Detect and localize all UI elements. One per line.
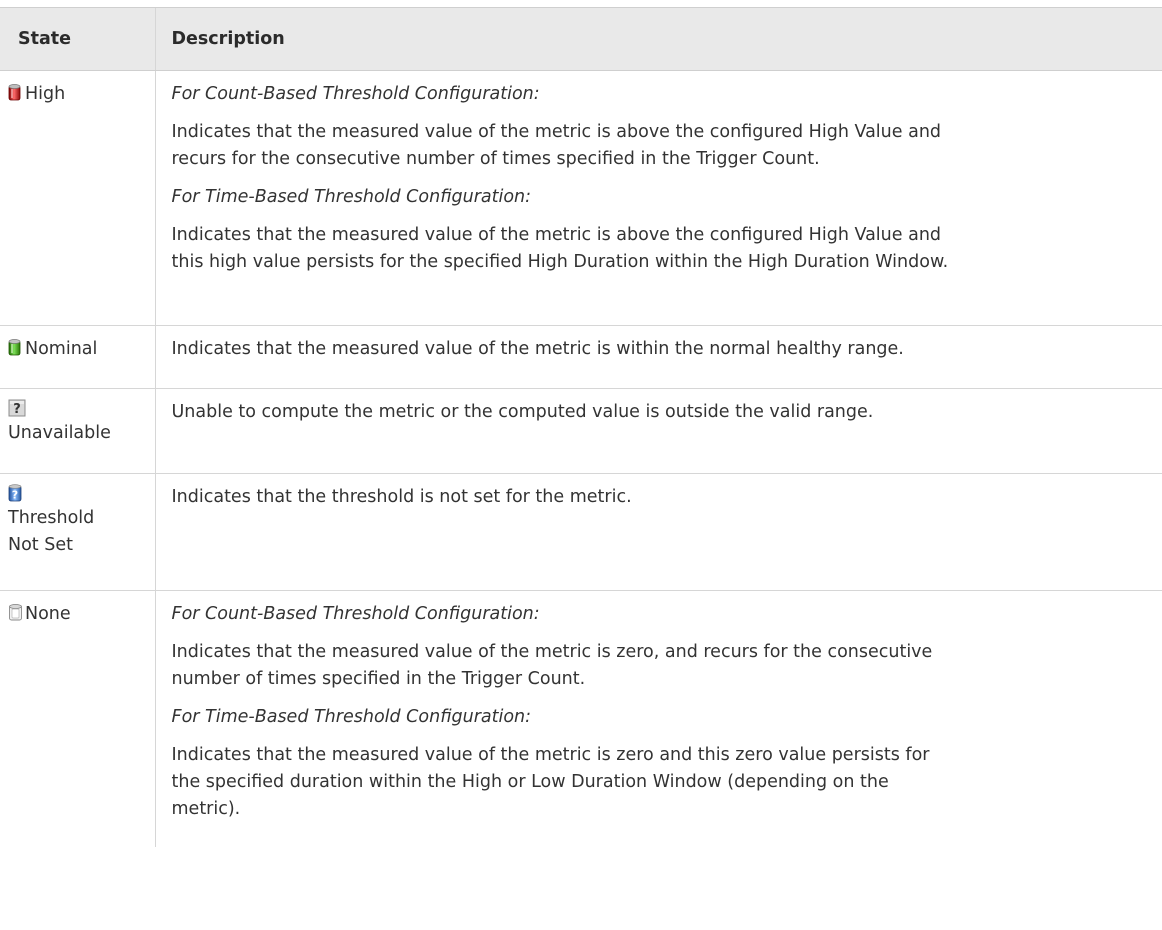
description-paragraph: Indicates that the measured value of the… (171, 745, 930, 819)
description-cell: For Count-Based Threshold Configuration:… (154, 70, 1162, 326)
red-cylinder-icon (8, 83, 21, 102)
description-cell: Indicates that the threshold is not set … (154, 473, 1162, 591)
description-paragraph: Indicates that the threshold is not set … (171, 487, 632, 507)
svg-text:?: ? (13, 402, 21, 417)
description-subheading: For Time-Based Threshold Configuration: (171, 707, 532, 727)
table-row: Nominal Indicates that the measured valu… (0, 325, 1162, 389)
table-row: ? Threshold Not Set Indicates that the th… (0, 473, 1162, 591)
state-label-high: High (25, 84, 66, 104)
description-paragraph: Indicates that the measured value of the… (171, 642, 933, 689)
description-cell: Unable to compute the metric or the comp… (154, 388, 1162, 474)
state-label-nominal: Nominal (25, 339, 98, 359)
description-cell: Indicates that the measured value of the… (154, 325, 1162, 389)
description-paragraph: Indicates that the measured value of the… (171, 122, 942, 169)
table-row: None For Count-Based Threshold Configura… (0, 590, 1162, 848)
state-cell: Nominal (0, 325, 155, 389)
blue-question-icon: ? (8, 484, 22, 503)
column-header-state: State (0, 7, 155, 71)
state-label-none: None (25, 604, 71, 624)
description-paragraph: Indicates that the measured value of the… (171, 339, 904, 359)
state-label-threshold-not-set: Threshold Not Set (8, 508, 95, 555)
state-cell: High (0, 70, 155, 326)
state-label-unavailable: Unavailable (8, 423, 111, 443)
state-description-table: State Description High For Count-Based T… (0, 7, 1162, 847)
state-cell: ? Unavailable (0, 388, 155, 474)
description-subheading: For Count-Based Threshold Configuration: (171, 84, 540, 104)
state-cell: None (0, 591, 155, 848)
empty-cylinder-icon (8, 603, 22, 622)
description-paragraph: Unable to compute the metric or the comp… (171, 402, 874, 422)
description-paragraph: Indicates that the measured value of the… (171, 225, 949, 272)
description-cell: For Count-Based Threshold Configuration:… (154, 590, 1162, 847)
table-row: ? Unavailable Unable to compute the metr… (0, 388, 1162, 474)
description-subheading: For Count-Based Threshold Configuration: (171, 604, 540, 624)
description-subheading: For Time-Based Threshold Configuration: (171, 187, 532, 207)
gray-question-icon: ? (8, 399, 26, 418)
green-cylinder-icon (8, 338, 21, 357)
svg-text:?: ? (12, 489, 18, 502)
state-cell: ? Threshold Not Set (0, 473, 155, 591)
column-header-description: Description (154, 7, 1162, 71)
table-header-row: State Description (0, 7, 1162, 71)
table-row: High For Count-Based Threshold Configura… (0, 70, 1162, 326)
